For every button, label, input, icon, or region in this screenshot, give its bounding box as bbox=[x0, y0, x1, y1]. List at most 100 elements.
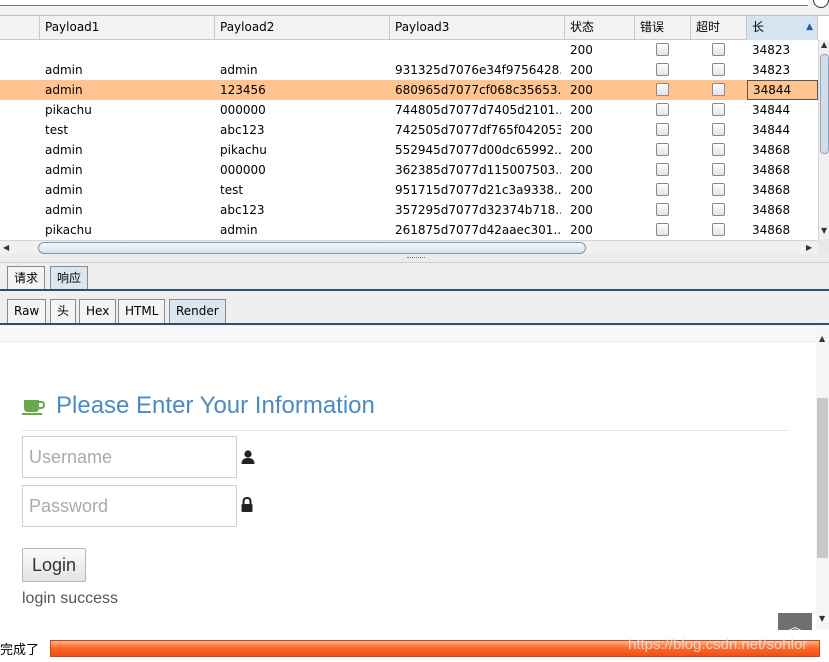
cell-status: 200 bbox=[570, 43, 593, 57]
column-header-timeout[interactable]: 超时 bbox=[691, 16, 747, 40]
column-header-length[interactable]: 长 ▲ bbox=[747, 16, 818, 40]
table-row[interactable]: admin admin 931325d7076e34f9756428... 200 34… bbox=[0, 60, 818, 80]
column-header-status[interactable]: 状态 bbox=[565, 16, 635, 40]
table-row[interactable]: admin 123456 680965d7077cf068c35653... 200 3… bbox=[0, 80, 818, 100]
page-heading: Please Enter Your Information bbox=[56, 392, 375, 419]
lock-icon bbox=[241, 497, 253, 512]
cell-length: 34844 bbox=[747, 80, 818, 100]
tab-render[interactable]: Render bbox=[169, 299, 226, 323]
rendered-response-pane: Please Enter Your Information Username P… bbox=[0, 326, 816, 630]
error-checkbox[interactable] bbox=[656, 223, 669, 236]
tab-response[interactable]: 响应 bbox=[50, 266, 89, 290]
table-horizontal-scroll-thumb[interactable] bbox=[38, 242, 586, 254]
pane-splitter[interactable] bbox=[0, 254, 829, 263]
cell-payload3: 362385d7077d115007503... bbox=[395, 163, 561, 177]
cell-payload1: pikachu bbox=[45, 103, 92, 117]
column-header-length-label: 长 bbox=[752, 20, 765, 34]
table-row[interactable]: admin test 951715d7077d21c3a9338... 200 3486… bbox=[0, 180, 818, 200]
table-row[interactable]: pikachu 000000 744805d7077d7405d2101... 200… bbox=[0, 100, 818, 120]
cell-payload3: 552945d7077d00dc65992... bbox=[395, 143, 561, 157]
timeout-checkbox[interactable] bbox=[712, 83, 725, 96]
cell-length: 34823 bbox=[752, 43, 791, 57]
cell-status: 200 bbox=[570, 123, 593, 137]
tab-hex[interactable]: Hex bbox=[79, 299, 117, 323]
render-scroll-down-arrow-icon[interactable]: ▼ bbox=[819, 614, 825, 623]
cell-payload3: 261875d7077d42aaec301... bbox=[395, 223, 561, 237]
cell-length: 34844 bbox=[752, 103, 791, 117]
cell-payload2: 000000 bbox=[220, 163, 266, 177]
cell-length: 34823 bbox=[752, 63, 791, 77]
help-icon[interactable] bbox=[813, 0, 829, 8]
timeout-checkbox[interactable] bbox=[712, 63, 725, 76]
cell-payload1: admin bbox=[45, 163, 83, 177]
table-row[interactable]: 200 34823 bbox=[0, 40, 818, 60]
error-checkbox[interactable] bbox=[656, 183, 669, 196]
render-scroll-up-arrow-icon[interactable]: ▲ bbox=[819, 334, 825, 343]
error-checkbox[interactable] bbox=[656, 43, 669, 56]
timeout-checkbox[interactable] bbox=[712, 123, 725, 136]
table-row[interactable]: test abc123 742505d7077df765f042053... 200 3… bbox=[0, 120, 818, 140]
timeout-checkbox[interactable] bbox=[712, 223, 725, 236]
scroll-right-arrow-icon[interactable]: ▶ bbox=[806, 243, 812, 252]
password-input[interactable]: Password bbox=[22, 485, 237, 527]
table-vertical-scrollbar[interactable]: ▲ ▼ bbox=[818, 40, 829, 240]
login-result-message: login success bbox=[22, 590, 119, 607]
column-header-payload1[interactable]: Payload1 bbox=[40, 16, 215, 40]
scroll-up-arrow-icon[interactable]: ▲ bbox=[821, 40, 827, 49]
error-checkbox[interactable] bbox=[656, 63, 669, 76]
render-vertical-scrollbar[interactable]: ▲ ▼ bbox=[816, 326, 829, 630]
tab-html[interactable]: HTML bbox=[118, 299, 166, 323]
scrollbar-corner bbox=[818, 240, 829, 254]
top-toolbar-strip bbox=[0, 0, 829, 16]
error-checkbox[interactable] bbox=[656, 163, 669, 176]
cell-payload1: admin bbox=[45, 183, 83, 197]
column-header-request[interactable] bbox=[0, 16, 40, 40]
cell-payload2 bbox=[215, 40, 390, 60]
error-checkbox[interactable] bbox=[656, 83, 669, 96]
login-button[interactable]: Login bbox=[22, 548, 86, 582]
table-horizontal-scrollbar[interactable]: ◀ ▶ bbox=[0, 240, 818, 254]
table-vertical-scroll-thumb[interactable] bbox=[820, 54, 829, 154]
timeout-checkbox[interactable] bbox=[712, 43, 725, 56]
scroll-left-arrow-icon[interactable]: ◀ bbox=[3, 243, 9, 252]
timeout-checkbox[interactable] bbox=[712, 163, 725, 176]
heading-divider bbox=[22, 430, 788, 431]
table-row[interactable]: pikachu admin 261875d7077d42aaec301... 200 3… bbox=[0, 220, 818, 240]
cell-payload3: 931325d7076e34f9756428... bbox=[395, 63, 561, 77]
timeout-checkbox[interactable] bbox=[712, 143, 725, 156]
column-header-payload3[interactable]: Payload3 bbox=[390, 16, 565, 40]
timeout-checkbox[interactable] bbox=[712, 203, 725, 216]
error-checkbox[interactable] bbox=[656, 203, 669, 216]
cell-status: 200 bbox=[570, 203, 593, 217]
tab-raw[interactable]: Raw bbox=[7, 299, 47, 323]
render-scroll-thumb[interactable] bbox=[817, 398, 828, 558]
cell-status: 200 bbox=[570, 83, 593, 97]
cell-payload2: pikachu bbox=[220, 143, 267, 157]
tab-request[interactable]: 请求 bbox=[7, 266, 46, 290]
double-chevron-up-icon: ︽ bbox=[788, 620, 802, 630]
filter-field[interactable] bbox=[0, 0, 808, 6]
coffee-cup-icon bbox=[22, 400, 46, 415]
error-checkbox[interactable] bbox=[656, 123, 669, 136]
timeout-checkbox[interactable] bbox=[712, 103, 725, 116]
splitter-grip-icon[interactable] bbox=[407, 257, 425, 259]
error-checkbox[interactable] bbox=[656, 103, 669, 116]
view-mode-tabs: Raw 头 Hex HTML Render bbox=[0, 291, 829, 326]
table-row[interactable]: admin abc123 357295d7077d32374b718... 200 34… bbox=[0, 200, 818, 220]
cell-payload3: 744805d7077d7405d2101... bbox=[395, 103, 561, 117]
scroll-to-top-button[interactable]: ︽ bbox=[778, 613, 812, 630]
timeout-checkbox[interactable] bbox=[712, 183, 725, 196]
sort-ascending-icon: ▲ bbox=[806, 22, 813, 32]
error-checkbox[interactable] bbox=[656, 143, 669, 156]
tab-headers[interactable]: 头 bbox=[50, 299, 77, 323]
column-header-error[interactable]: 错误 bbox=[635, 16, 691, 40]
lock-icon-body bbox=[241, 504, 253, 512]
scroll-down-arrow-icon[interactable]: ▼ bbox=[821, 226, 827, 235]
results-table: Payload1 Payload2 Payload3 状态 错误 超时 长 ▲ … bbox=[0, 16, 818, 240]
column-header-payload2[interactable]: Payload2 bbox=[215, 16, 390, 40]
table-row[interactable]: admin 000000 362385d7077d115007503... 200 34… bbox=[0, 160, 818, 180]
username-input[interactable]: Username bbox=[22, 436, 237, 478]
table-row[interactable]: admin pikachu 552945d7077d00dc65992... 200 3… bbox=[0, 140, 818, 160]
cell-length: 34868 bbox=[752, 163, 791, 177]
cell-payload1 bbox=[40, 40, 215, 60]
